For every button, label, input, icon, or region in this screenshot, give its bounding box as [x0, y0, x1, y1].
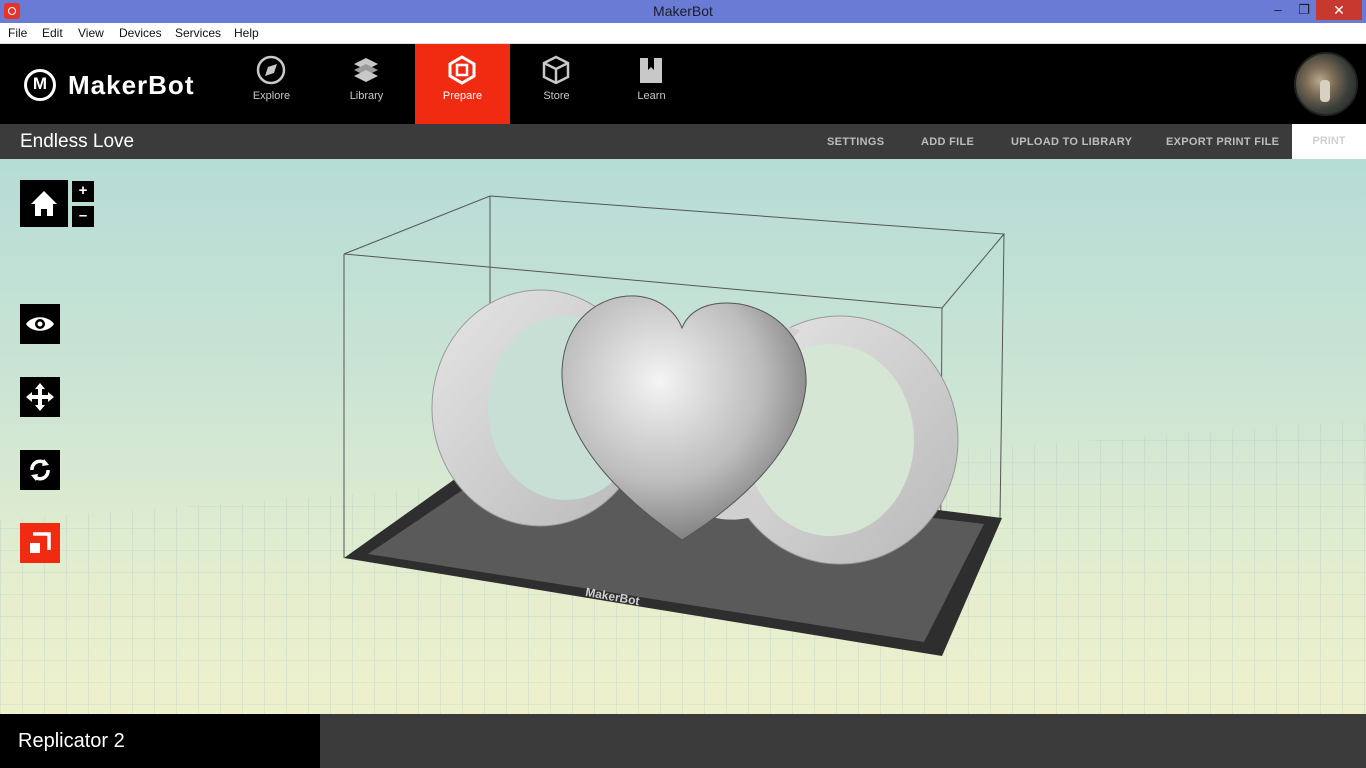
menu-edit[interactable]: Edit	[42, 26, 63, 40]
home-view-button[interactable]	[20, 180, 68, 227]
project-bar: Endless Love SETTINGS ADD FILE UPLOAD TO…	[0, 124, 1366, 159]
user-avatar[interactable]	[1294, 52, 1358, 116]
menu-bar: File Edit View Devices Services Help	[0, 23, 1366, 44]
close-button[interactable]: ✕	[1316, 0, 1362, 20]
printer-name: Replicator 2	[18, 730, 125, 752]
window-titlebar: MakerBot – ❐ ✕	[0, 0, 1366, 23]
restore-button[interactable]: ❐	[1292, 0, 1316, 20]
add-file-button[interactable]: ADD FILE	[921, 136, 974, 148]
rotate-icon	[30, 459, 50, 481]
export-print-file-button[interactable]: EXPORT PRINT FILE	[1166, 136, 1279, 148]
menu-devices[interactable]: Devices	[119, 26, 162, 40]
menu-view[interactable]: View	[78, 26, 104, 40]
zoom-in-button[interactable]: +	[72, 181, 94, 202]
scale-icon	[30, 532, 51, 553]
cube-icon	[542, 55, 570, 85]
tab-prepare[interactable]: Prepare	[415, 44, 510, 124]
tab-explore[interactable]: Explore	[224, 44, 319, 124]
menu-file[interactable]: File	[8, 26, 27, 40]
rotate-tool-button[interactable]	[20, 450, 60, 490]
tab-learn[interactable]: Learn	[604, 44, 699, 124]
tab-store[interactable]: Store	[509, 44, 604, 124]
tab-learn-label: Learn	[637, 90, 666, 102]
brand-wordmark: MakerBot	[68, 69, 195, 100]
tab-store-label: Store	[543, 90, 570, 102]
minimize-button[interactable]: –	[1266, 0, 1290, 20]
tab-prepare-label: Prepare	[442, 90, 483, 102]
home-icon	[31, 191, 57, 216]
main-nav: MakerBot Explore Library Prepare Store	[0, 44, 1366, 124]
build-scene: MakerBot	[0, 195, 1366, 714]
library-icon	[354, 58, 378, 82]
printer-selector[interactable]: Replicator 2	[0, 714, 320, 768]
upload-to-library-button[interactable]: UPLOAD TO LIBRARY	[1011, 136, 1132, 148]
prepare-icon	[448, 55, 476, 85]
eye-icon	[26, 317, 54, 331]
settings-button[interactable]: SETTINGS	[827, 136, 884, 148]
tab-library-label: Library	[349, 90, 384, 102]
window-title: MakerBot	[653, 3, 713, 19]
compass-icon	[256, 55, 286, 85]
tab-library[interactable]: Library	[319, 44, 414, 124]
book-icon	[640, 58, 662, 83]
menu-services[interactable]: Services	[175, 26, 221, 40]
makerbot-logo-icon	[24, 69, 56, 101]
print-button[interactable]: PRINT	[1292, 124, 1366, 159]
tab-explore-label: Explore	[252, 90, 291, 102]
move-icon	[26, 383, 54, 411]
scale-tool-button[interactable]	[20, 523, 60, 563]
menu-help[interactable]: Help	[234, 26, 259, 40]
bottom-bar: Replicator 2	[0, 714, 1366, 768]
build-viewport[interactable]: MakerBot	[0, 159, 1366, 714]
move-tool-button[interactable]	[20, 377, 60, 417]
makerbot-logo[interactable]: MakerBot	[24, 68, 194, 102]
view-tool-button[interactable]	[20, 304, 60, 344]
zoom-out-button[interactable]: –	[72, 206, 94, 227]
project-title: Endless Love	[20, 131, 135, 152]
